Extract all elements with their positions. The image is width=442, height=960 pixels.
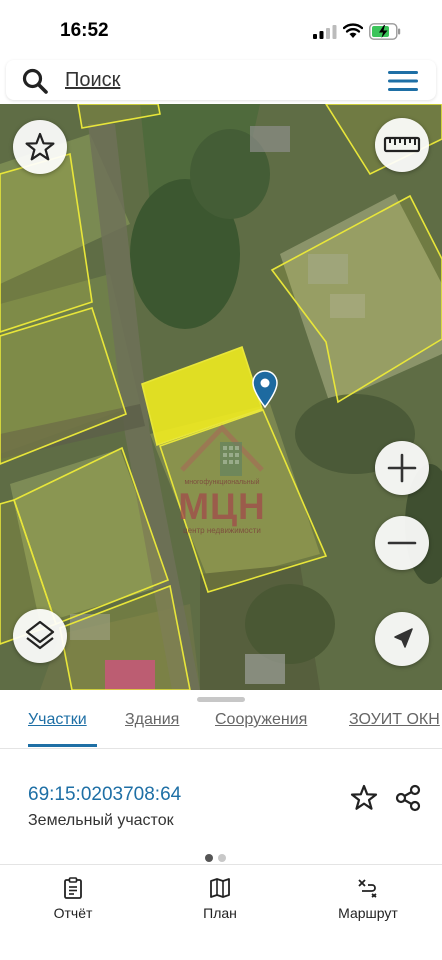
navigation-arrow-icon bbox=[394, 628, 413, 648]
location-pin-icon[interactable] bbox=[252, 370, 278, 408]
cellular-signal-icon bbox=[313, 25, 337, 39]
watermark-logo: многофункциональный МЦН центр недвижимос… bbox=[172, 420, 272, 535]
search-bar[interactable]: Поиск bbox=[6, 60, 436, 100]
parcel-type: Земельный участок bbox=[28, 812, 174, 829]
tab-buildings[interactable]: Здания bbox=[125, 711, 179, 729]
route-button[interactable]: Маршрут bbox=[318, 876, 418, 921]
watermark-sub-text: центр недвижимости bbox=[183, 526, 261, 535]
star-icon bbox=[25, 132, 55, 161]
ruler-icon bbox=[383, 136, 421, 153]
report-label: Отчёт bbox=[53, 905, 93, 921]
watermark-top-text: многофункциональный bbox=[184, 479, 260, 486]
report-icon bbox=[64, 877, 82, 899]
page-indicator bbox=[205, 849, 231, 867]
map-view[interactable]: многофункциональный МЦН центр недвижимос… bbox=[0, 104, 442, 690]
building-logo-icon bbox=[180, 424, 264, 476]
zoom-in-button[interactable] bbox=[375, 441, 429, 495]
layers-button[interactable] bbox=[13, 609, 67, 663]
satellite-imagery bbox=[0, 104, 442, 690]
zoom-out-button[interactable] bbox=[375, 516, 429, 570]
route-label: Маршрут bbox=[338, 905, 398, 921]
page-dot bbox=[218, 854, 226, 862]
sheet-drag-handle[interactable] bbox=[197, 697, 245, 702]
favorites-button[interactable] bbox=[13, 120, 67, 174]
minus-icon bbox=[387, 541, 417, 545]
status-time: 16:52 bbox=[60, 20, 109, 41]
tab-structures[interactable]: Сооружения bbox=[215, 711, 307, 729]
parcel-card[interactable]: 69:15:0203708:64 Земельный участок bbox=[0, 749, 442, 865]
measure-button[interactable] bbox=[375, 118, 429, 172]
bottom-sheet[interactable]: Участки Здания Сооружения ЗОУИТ ОКН 69:1… bbox=[0, 690, 442, 960]
object-type-tabs: Участки Здания Сооружения ЗОУИТ ОКН bbox=[0, 706, 442, 749]
active-tab-indicator bbox=[28, 744, 97, 747]
bottom-navigation: Отчёт План Маршрут bbox=[0, 866, 442, 960]
watermark-logo-text: МЦН bbox=[178, 486, 266, 527]
route-icon bbox=[358, 879, 377, 898]
status-bar: 16:52 bbox=[0, 0, 442, 58]
page-dot-active bbox=[205, 854, 213, 862]
my-location-button[interactable] bbox=[375, 612, 429, 666]
battery-charging-icon bbox=[369, 23, 401, 40]
hamburger-menu-icon[interactable] bbox=[385, 68, 421, 94]
map-plan-icon bbox=[210, 878, 230, 898]
layers-icon bbox=[25, 620, 55, 650]
cadastral-number[interactable]: 69:15:0203708:64 bbox=[28, 784, 181, 806]
star-icon[interactable] bbox=[349, 783, 379, 813]
plus-icon bbox=[387, 453, 417, 483]
search-input[interactable]: Поиск bbox=[65, 69, 120, 92]
plan-label: План bbox=[203, 905, 237, 921]
plan-button[interactable]: План bbox=[170, 876, 270, 921]
search-icon[interactable] bbox=[21, 67, 49, 95]
tab-parcels[interactable]: Участки bbox=[28, 711, 87, 729]
wifi-icon bbox=[343, 23, 363, 38]
share-icon[interactable] bbox=[393, 783, 423, 813]
tab-zouit-okn[interactable]: ЗОУИТ ОКН bbox=[349, 711, 440, 729]
report-button[interactable]: Отчёт bbox=[23, 876, 123, 921]
